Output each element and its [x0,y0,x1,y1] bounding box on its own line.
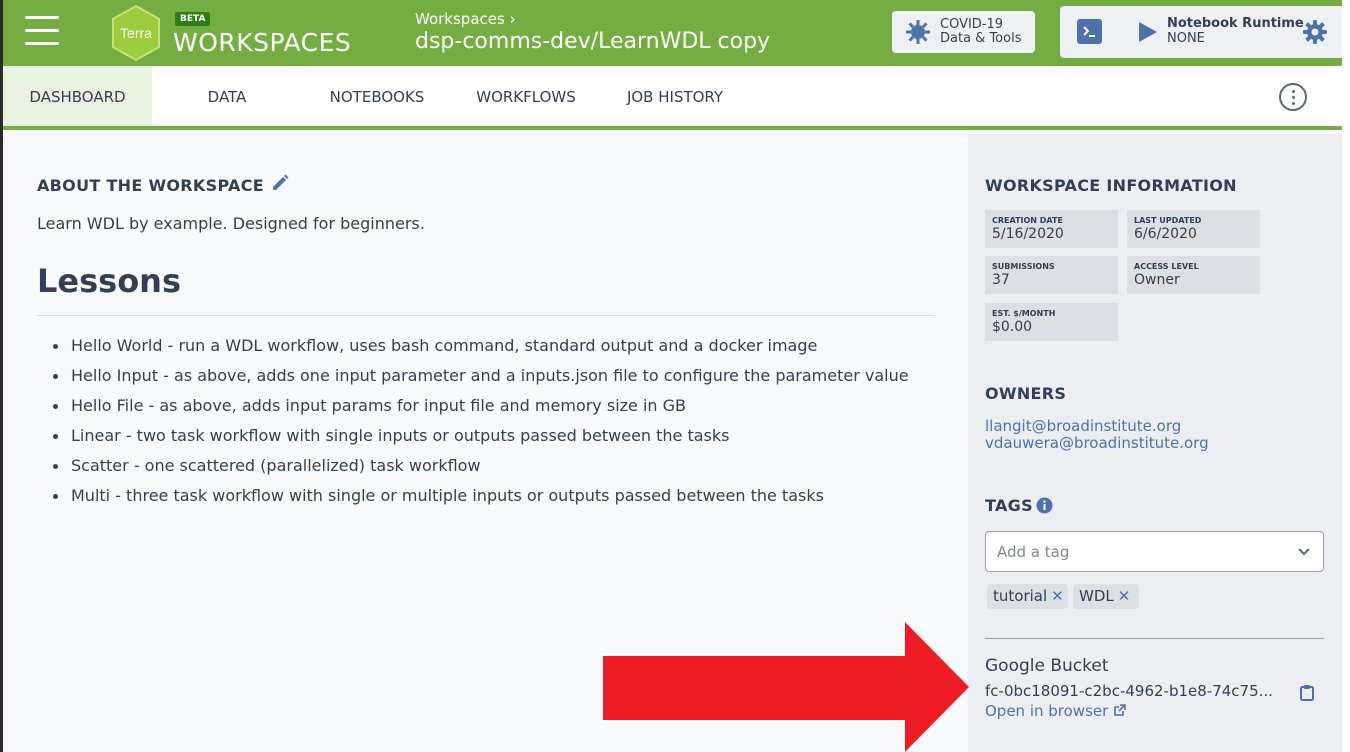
workspace-info-heading: WORKSPACE INFORMATION [985,176,1237,195]
runtime-status: NONE [1167,31,1205,46]
owner-link[interactable]: llangit@broadinstitute.org [985,417,1181,435]
tag-label: tutorial [993,587,1048,605]
terra-logo[interactable]: Terra [107,4,165,62]
tag-chip-tutorial: tutorial ✕ [987,584,1068,609]
brand-title[interactable]: WORKSPACES [173,28,351,57]
open-in-browser-link[interactable]: Open in browser [985,702,1126,720]
workspace-description: Learn WDL by example. Designed for begin… [37,214,425,233]
right-edge [1342,0,1350,752]
divider [985,638,1324,639]
divider [37,315,934,316]
tab-dashboard[interactable]: DASHBOARD [3,66,152,130]
lessons-list: Hello World - run a WDL workflow, uses b… [49,333,929,513]
list-item: Hello File - as above, adds input params… [49,393,929,418]
list-item: Multi - three task workflow with single … [49,483,929,508]
breadcrumb[interactable]: Workspaces › [415,10,516,28]
submissions-label: SUBMISSIONS [992,262,1055,271]
access-level-card: ACCESS LEVEL Owner [1127,256,1260,294]
annotation-arrow [603,622,969,752]
terminal-icon[interactable] [1077,19,1102,44]
runtime-title: Notebook Runtime [1167,16,1304,31]
lessons-heading: Lessons [37,262,181,300]
bucket-name: fc-0bc18091-c2bc-4962-b1e8-74c75... [985,682,1273,700]
list-item: Scatter - one scattered (parallelized) t… [49,453,929,478]
chevron-down-icon [1298,548,1310,556]
external-link-icon [1114,704,1126,716]
access-level-label: ACCESS LEVEL [1134,262,1199,271]
virus-icon [905,19,931,49]
add-tag-select[interactable]: Add a tag [985,531,1324,572]
access-level-value: Owner [1134,272,1180,288]
submissions-card: SUBMISSIONS 37 [985,256,1118,294]
open-in-browser-label: Open in browser [985,702,1109,720]
remove-tag-icon[interactable]: ✕ [1051,587,1064,605]
owners-heading: OWNERS [985,384,1067,403]
workspace-name: dsp-comms-dev/LearnWDL copy [415,29,771,54]
tab-job-history[interactable]: JOB HISTORY [600,66,750,126]
list-item: Hello Input - as above, adds one input p… [49,363,929,388]
tags-heading: TAGS [985,496,1033,515]
tab-data[interactable]: DATA [152,66,302,126]
creation-date-card: CREATION DATE 5/16/2020 [985,210,1118,248]
list-item: Hello World - run a WDL workflow, uses b… [49,333,929,358]
edit-pencil-icon[interactable] [271,174,289,196]
tag-chip-wdl: WDL ✕ [1073,584,1139,609]
clipboard-icon[interactable] [1300,684,1314,705]
play-icon[interactable] [1138,21,1158,47]
workspace-info-panel: WORKSPACE INFORMATION CREATION DATE 5/16… [968,134,1342,752]
covid-label-1: COVID-19 [940,17,1004,32]
settings-gear-icon[interactable] [1303,20,1327,48]
more-options-icon[interactable] [1279,83,1307,111]
last-updated-value: 6/6/2020 [1134,226,1197,242]
tab-notebooks[interactable]: NOTEBOOKS [302,66,452,126]
creation-date-label: CREATION DATE [992,216,1063,225]
last-updated-card: LAST UPDATED 6/6/2020 [1127,210,1260,248]
notebook-runtime-panel: Notebook Runtime NONE [1060,6,1345,58]
google-bucket-heading: Google Bucket [985,656,1109,676]
tab-bar: DASHBOARD DATA NOTEBOOKS WORKFLOWS JOB H… [3,66,1342,130]
est-cost-label: EST. $/MONTH [992,309,1056,318]
covid-label-2: Data & Tools [940,31,1022,46]
info-icon[interactable] [1036,497,1053,518]
owner-link[interactable]: vdauwera@broadinstitute.org [985,434,1209,452]
beta-badge: BETA [175,12,211,26]
remove-tag-icon[interactable]: ✕ [1118,587,1131,605]
est-cost-value: $0.00 [992,319,1033,335]
tag-label: WDL [1079,587,1114,605]
tab-workflows[interactable]: WORKFLOWS [452,66,600,126]
logo-text: Terra [120,25,152,41]
submissions-value: 37 [992,272,1010,288]
top-header: Terra BETA WORKSPACES Workspaces › dsp-c… [3,0,1345,66]
est-cost-card: EST. $/MONTH $0.00 [985,303,1118,341]
creation-date-value: 5/16/2020 [992,226,1064,242]
about-heading: ABOUT THE WORKSPACE [37,176,264,195]
add-tag-placeholder: Add a tag [997,543,1070,561]
list-item: Linear - two task workflow with single i… [49,423,929,448]
covid-data-tools-button[interactable]: COVID-19 Data & Tools [892,11,1035,53]
last-updated-label: LAST UPDATED [1134,216,1202,225]
hamburger-menu-icon[interactable] [25,16,59,46]
